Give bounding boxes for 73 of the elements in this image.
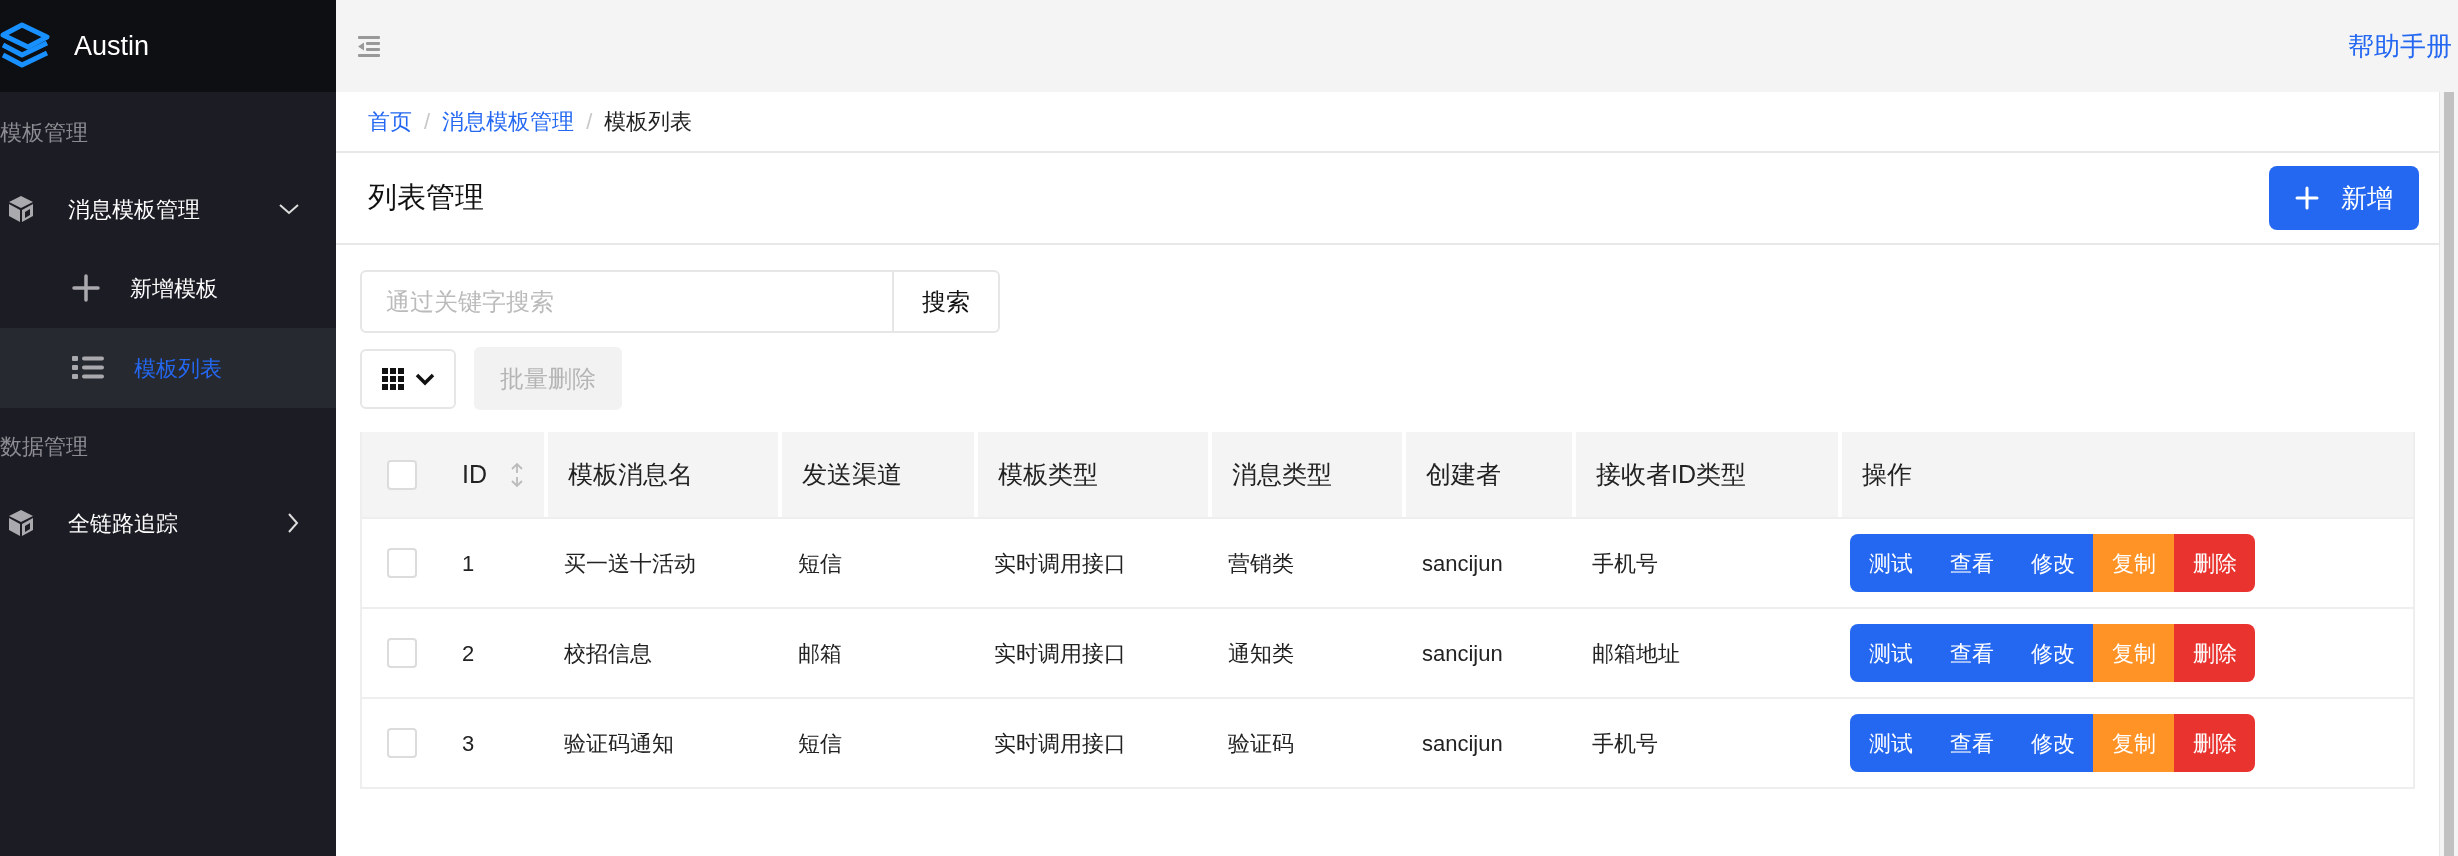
table-cell: sancijun: [1422, 730, 1503, 756]
table-cell: 短信: [798, 730, 842, 756]
table-cell: 手机号: [1592, 550, 1658, 576]
table-cell: 验证码: [1228, 730, 1294, 756]
column-header[interactable]: 模板消息名: [568, 455, 693, 494]
table-cell: 实时调用接口: [994, 550, 1126, 576]
action-button[interactable]: 删除: [2174, 624, 2255, 682]
column-header[interactable]: 接收者ID类型: [1596, 455, 1746, 494]
table-cell: 短信: [798, 550, 842, 576]
action-button[interactable]: 测试: [1850, 534, 1931, 592]
search-field[interactable]: 通过关键字搜索: [360, 270, 894, 333]
checkbox[interactable]: [387, 548, 417, 578]
table-cell: 3: [462, 730, 475, 756]
add-button[interactable]: 新增: [2269, 166, 2419, 230]
table-cell: 买一送十活动: [564, 550, 696, 576]
app-name: Austin: [74, 29, 150, 63]
sidebar-subitem[interactable]: 新增模板: [0, 248, 336, 328]
cube-icon: [6, 508, 36, 538]
table-cell: 校招信息: [564, 640, 652, 666]
help-link[interactable]: 帮助手册: [2348, 26, 2452, 66]
action-button[interactable]: 修改: [2012, 534, 2093, 592]
sidebar-item[interactable]: 消息模板管理: [0, 170, 336, 248]
column-header[interactable]: 创建者: [1426, 455, 1501, 494]
table-cell: sancijun: [1422, 550, 1503, 576]
table-cell: 手机号: [1592, 730, 1658, 756]
action-button[interactable]: 测试: [1850, 624, 1931, 682]
action-button[interactable]: 查看: [1931, 714, 2012, 772]
cube-icon: [6, 194, 36, 224]
column-header[interactable]: 消息类型: [1232, 455, 1332, 494]
table-cell: 1: [462, 550, 475, 576]
chevron-down-icon: [415, 371, 435, 386]
table-cell: 实时调用接口: [994, 640, 1126, 666]
plus-icon: [2295, 186, 2319, 210]
action-button[interactable]: 删除: [2174, 534, 2255, 592]
column-header[interactable]: 发送渠道: [802, 455, 902, 494]
checkbox[interactable]: [387, 459, 417, 490]
column-picker-button[interactable]: [360, 348, 456, 409]
column-header[interactable]: ID: [462, 455, 487, 494]
sort-icon[interactable]: [510, 461, 524, 488]
table-cell: 邮箱: [798, 640, 842, 666]
plus-icon: [72, 274, 100, 302]
column-header[interactable]: 操作: [1862, 455, 1912, 494]
table-cell: 营销类: [1228, 550, 1294, 576]
breadcrumb-current: 模板列表: [604, 108, 693, 136]
column-header[interactable]: 模板类型: [998, 455, 1098, 494]
action-button[interactable]: 删除: [2174, 714, 2255, 772]
breadcrumb-link[interactable]: 消息模板管理: [442, 105, 575, 138]
breadcrumb-separator: /: [424, 108, 431, 136]
list-icon: [72, 355, 104, 381]
scrollbar[interactable]: [2440, 92, 2458, 856]
sidebar-item[interactable]: 全链路追踪: [0, 484, 336, 562]
action-button[interactable]: 测试: [1850, 714, 1931, 772]
table-cell: 2: [462, 640, 475, 666]
checkbox[interactable]: [387, 638, 417, 668]
breadcrumb-link[interactable]: 首页: [368, 105, 412, 138]
table-cell: 邮箱地址: [1592, 640, 1680, 666]
menu-collapse-icon[interactable]: [356, 34, 382, 58]
breadcrumb-separator: /: [586, 108, 593, 136]
table-cell: sancijun: [1422, 640, 1503, 666]
action-button[interactable]: 查看: [1931, 534, 2012, 592]
table-cell: 验证码通知: [564, 730, 674, 756]
grid-icon: [381, 366, 405, 391]
table-cell: 通知类: [1228, 640, 1294, 666]
sidebar-group-label: 数据管理: [0, 432, 89, 461]
search-button[interactable]: 搜索: [894, 270, 1000, 333]
checkbox[interactable]: [387, 728, 417, 758]
action-button[interactable]: 查看: [1931, 624, 2012, 682]
table-cell: 实时调用接口: [994, 730, 1126, 756]
sidebar-subitem[interactable]: 模板列表: [0, 328, 336, 408]
action-button[interactable]: 修改: [2012, 624, 2093, 682]
page-title: 列表管理: [368, 180, 484, 216]
sidebar-group-label: 模板管理: [0, 118, 89, 147]
action-button[interactable]: 修改: [2012, 714, 2093, 772]
